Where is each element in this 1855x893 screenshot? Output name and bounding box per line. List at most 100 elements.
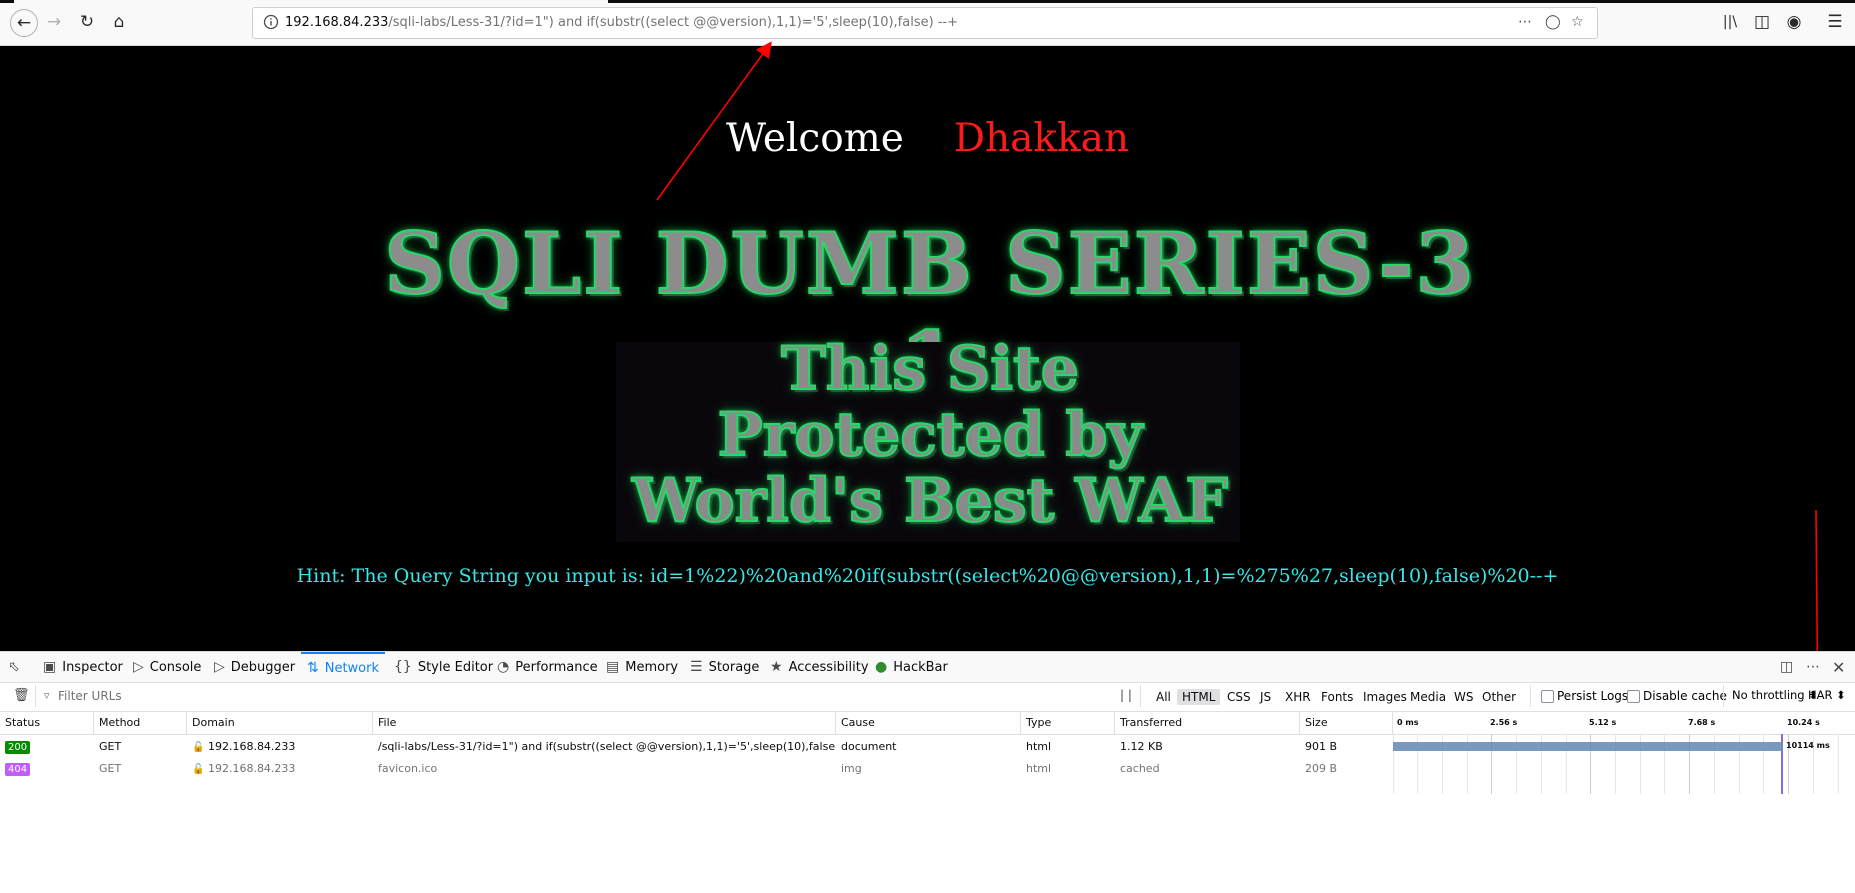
- col-status[interactable]: Status: [0, 712, 94, 734]
- disable-cache-checkbox[interactable]: [1627, 690, 1640, 703]
- waf-line: This Site: [780, 334, 1080, 404]
- tick-label: 7.68 s: [1688, 718, 1716, 727]
- filter-js[interactable]: JS: [1255, 689, 1276, 705]
- col-domain[interactable]: Domain: [187, 712, 373, 734]
- filter-images[interactable]: Images: [1358, 689, 1412, 705]
- waf-line: Protected by: [717, 400, 1144, 470]
- col-method[interactable]: Method: [94, 712, 187, 734]
- filter-css[interactable]: CSS: [1222, 689, 1256, 705]
- row-domain: 192.168.84.233: [207, 762, 296, 775]
- tick-label: 0 ms: [1397, 718, 1419, 727]
- tab-storage[interactable]: ☰ Storage: [690, 652, 759, 682]
- info-icon[interactable]: [263, 14, 279, 30]
- tab-accessibility[interactable]: ★ Accessibility: [770, 652, 869, 682]
- filter-urls-input[interactable]: Filter URLs: [58, 689, 122, 703]
- page-content: WelcomeDhakkan SQLI DUMB SERIES-3 1 This…: [0, 46, 1855, 651]
- style-editor-icon: {}: [394, 659, 412, 675]
- storage-icon: ☰: [690, 659, 703, 675]
- row-type: html: [1026, 762, 1052, 775]
- welcome-text: Welcome: [725, 116, 904, 161]
- waf-line: World's Best WAF: [631, 466, 1229, 536]
- inspector-icon: ▣: [43, 659, 57, 675]
- filter-html[interactable]: HTML: [1177, 689, 1221, 705]
- filter-media[interactable]: Media: [1405, 689, 1451, 705]
- memory-icon: ▤: [606, 659, 620, 675]
- insecure-lock-icon: 🔓: [192, 764, 205, 775]
- menu-icon[interactable]: ☰: [1823, 10, 1847, 34]
- table-row[interactable]: 200 GET 🔓 192.168.84.233 /sqli-labs/Less…: [0, 736, 1855, 758]
- filter-fonts[interactable]: Fonts: [1316, 689, 1358, 705]
- bookmark-star-icon[interactable]: ☆: [1571, 14, 1584, 30]
- console-icon: ▷: [133, 659, 144, 675]
- col-cause[interactable]: Cause: [836, 712, 1021, 734]
- row-type: html: [1026, 740, 1052, 753]
- filter-all[interactable]: All: [1151, 689, 1176, 705]
- row-file: favicon.ico: [378, 762, 438, 775]
- network-table-header: Status Method Domain File Cause Type Tra…: [0, 712, 1855, 735]
- reload-icon[interactable]: ↻: [75, 10, 99, 34]
- filter-other[interactable]: Other: [1477, 689, 1521, 705]
- col-type[interactable]: Type: [1021, 712, 1115, 734]
- tab-strip: [0, 0, 1855, 3]
- element-picker-icon[interactable]: ⬁: [8, 652, 20, 682]
- throttling-select[interactable]: No throttling ⬍: [1732, 688, 1818, 702]
- back-icon[interactable]: ←: [10, 9, 38, 37]
- tab-hackbar[interactable]: ● HackBar: [875, 652, 948, 682]
- tick-label: 10.24 s: [1787, 718, 1820, 727]
- network-filter-bar: 🗑 ▿ Filter URLs | | All HTML CSS JS XHR …: [0, 683, 1855, 712]
- dock-icon[interactable]: ◫: [1780, 652, 1793, 682]
- tab-performance[interactable]: ◔ Performance: [497, 652, 598, 682]
- row-cause: document: [841, 740, 897, 753]
- row-file: /sqli-labs/Less-31/?id=1") and if(substr…: [378, 740, 836, 753]
- insecure-lock-icon: 🔓: [192, 742, 205, 753]
- timing-label: 10114 ms: [1786, 741, 1830, 750]
- tab-style-editor[interactable]: {} Style Editor: [394, 652, 493, 682]
- filter-ws[interactable]: WS: [1449, 689, 1478, 705]
- col-transferred[interactable]: Transferred: [1115, 712, 1300, 734]
- persist-logs-label: Persist Logs: [1557, 689, 1629, 703]
- row-transferred: cached: [1120, 762, 1160, 775]
- row-domain: 192.168.84.233: [207, 740, 296, 753]
- row-size: 901 B: [1305, 740, 1338, 753]
- account-icon[interactable]: ◉: [1782, 10, 1806, 34]
- timing-bar: [1393, 742, 1783, 751]
- tick-label: 5.12 s: [1589, 718, 1617, 727]
- url-bar[interactable]: 192.168.84.233/sqli-labs/Less-31/?id=1")…: [252, 7, 1598, 39]
- pocket-icon[interactable]: ◯: [1545, 14, 1561, 30]
- devtools-panel: ⬁ ▣ Inspector ▷ Console ▷ Debugger ⇅ Network…: [0, 651, 1855, 893]
- tab-memory[interactable]: ▤ Memory: [606, 652, 678, 682]
- clear-icon[interactable]: 🗑: [13, 688, 30, 703]
- debugger-icon: ▷: [214, 659, 225, 675]
- tab-console[interactable]: ▷ Console: [133, 652, 201, 682]
- more-icon[interactable]: ⋯: [1518, 14, 1532, 30]
- home-icon[interactable]: ⌂: [107, 10, 131, 34]
- har-menu[interactable]: HAR ⬍: [1808, 688, 1846, 702]
- welcome-heading: Welcome Dhakkan: [0, 116, 1855, 161]
- col-size[interactable]: Size: [1300, 712, 1393, 734]
- row-cause: img: [841, 762, 862, 775]
- close-devtools-icon[interactable]: ✕: [1832, 652, 1845, 682]
- tick-label: 2.56 s: [1490, 718, 1518, 727]
- tab-inspector[interactable]: ▣ Inspector: [43, 652, 123, 682]
- col-waterfall[interactable]: 0 ms 2.56 s 5.12 s 7.68 s 10.24 s: [1393, 712, 1855, 734]
- sidebar-icon[interactable]: ◫: [1750, 10, 1774, 34]
- url-text[interactable]: 192.168.84.233/sqli-labs/Less-31/?id=1")…: [285, 15, 958, 30]
- pause-button[interactable]: | |: [1120, 688, 1132, 702]
- forward-icon[interactable]: →: [42, 10, 66, 34]
- library-icon[interactable]: ||\: [1718, 10, 1742, 34]
- col-file[interactable]: File: [373, 712, 836, 734]
- more-options-icon[interactable]: ⋯: [1806, 652, 1820, 682]
- url-host: 192.168.84.233: [285, 15, 389, 30]
- browser-toolbar: ← → ↻ ⌂ 192.168.84.233/sqli-labs/Less-31…: [0, 0, 1855, 46]
- persist-logs-checkbox[interactable]: [1541, 690, 1554, 703]
- filter-icon: ▿: [44, 689, 50, 702]
- user-name: Dhakkan: [953, 116, 1130, 161]
- status-badge: 404: [5, 763, 31, 776]
- filter-xhr[interactable]: XHR: [1280, 689, 1316, 705]
- hint-text: Hint: The Query String you input is: id=…: [296, 565, 1559, 587]
- tab-debugger[interactable]: ▷ Debugger: [214, 652, 295, 682]
- row-transferred: 1.12 KB: [1120, 740, 1163, 753]
- table-row[interactable]: 404 GET 🔓 192.168.84.233 favicon.ico img…: [0, 758, 1855, 780]
- tab-network[interactable]: ⇅ Network: [301, 652, 386, 682]
- hackbar-icon: ●: [875, 659, 888, 675]
